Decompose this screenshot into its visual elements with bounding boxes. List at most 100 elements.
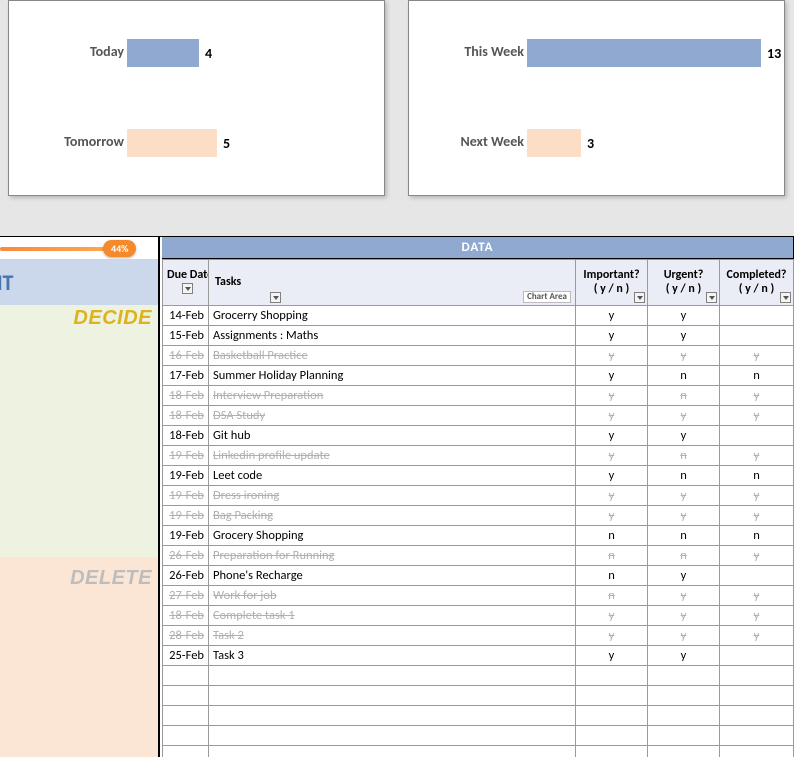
table-row[interactable]: 28-FebTask 2yyy xyxy=(163,626,794,646)
cell-completed[interactable] xyxy=(720,426,794,446)
cell-task[interactable]: Assignments : Maths xyxy=(209,326,576,346)
cell-completed[interactable]: n xyxy=(720,366,794,386)
cell-empty[interactable] xyxy=(163,666,209,686)
cell-completed[interactable]: n xyxy=(720,526,794,546)
cell-due-date[interactable]: 19-Feb xyxy=(163,446,209,466)
cell-task[interactable]: Complete task 1 xyxy=(209,606,576,626)
cell-empty[interactable] xyxy=(648,666,720,686)
cell-completed[interactable]: y xyxy=(720,486,794,506)
cell-empty[interactable] xyxy=(576,726,648,746)
cell-empty[interactable] xyxy=(163,706,209,726)
cell-urgent[interactable]: n xyxy=(648,546,720,566)
cell-due-date[interactable]: 26-Feb xyxy=(163,546,209,566)
cell-urgent[interactable]: n xyxy=(648,526,720,546)
cell-due-date[interactable]: 15-Feb xyxy=(163,326,209,346)
cell-task[interactable]: Preparation for Running xyxy=(209,546,576,566)
cell-task[interactable]: DSA Study xyxy=(209,406,576,426)
table-row[interactable]: 16-FebBasketball Practiceyyy xyxy=(163,346,794,366)
cell-urgent[interactable]: y xyxy=(648,586,720,606)
cell-important[interactable]: n xyxy=(576,566,648,586)
cell-important[interactable]: y xyxy=(576,346,648,366)
cell-important[interactable]: y xyxy=(576,366,648,386)
cell-urgent[interactable]: y xyxy=(648,486,720,506)
cell-due-date[interactable]: 16-Feb xyxy=(163,346,209,366)
cell-urgent[interactable]: n xyxy=(648,386,720,406)
table-row[interactable]: 25-FebTask 3yy xyxy=(163,646,794,666)
cell-empty[interactable] xyxy=(720,746,794,757)
table-row[interactable]: 27-FebWork for jobnyy xyxy=(163,586,794,606)
filter-icon[interactable] xyxy=(706,292,717,303)
cell-important[interactable]: y xyxy=(576,646,648,666)
cell-urgent[interactable]: y xyxy=(648,646,720,666)
cell-important[interactable]: n xyxy=(576,586,648,606)
cell-task[interactable]: Grocerry Shopping xyxy=(209,306,576,326)
table-row[interactable]: 19-FebLeet codeynn xyxy=(163,466,794,486)
cell-due-date[interactable]: 19-Feb xyxy=(163,506,209,526)
cell-urgent[interactable]: n xyxy=(648,446,720,466)
cell-urgent[interactable]: y xyxy=(648,606,720,626)
cell-task[interactable]: Grocery Shopping xyxy=(209,526,576,546)
cell-task[interactable]: Linkedin profile update xyxy=(209,446,576,466)
table-row[interactable]: 18-FebGit hubyy xyxy=(163,426,794,446)
cell-urgent[interactable]: y xyxy=(648,626,720,646)
table-row[interactable]: 19-FebDress ironingyyy xyxy=(163,486,794,506)
table-row[interactable]: 18-FebDSA Studyyyy xyxy=(163,406,794,426)
cell-urgent[interactable]: y xyxy=(648,506,720,526)
cell-important[interactable]: n xyxy=(576,546,648,566)
cell-completed[interactable]: y xyxy=(720,606,794,626)
cell-important[interactable]: y xyxy=(576,326,648,346)
cell-empty[interactable] xyxy=(209,746,576,757)
cell-completed[interactable]: y xyxy=(720,406,794,426)
cell-empty[interactable] xyxy=(648,706,720,726)
cell-empty[interactable] xyxy=(576,686,648,706)
cell-empty[interactable] xyxy=(648,686,720,706)
cell-urgent[interactable]: y xyxy=(648,406,720,426)
table-row[interactable]: 15-FebAssignments : Mathsyy xyxy=(163,326,794,346)
cell-urgent[interactable]: y xyxy=(648,306,720,326)
cell-completed[interactable]: y xyxy=(720,386,794,406)
table-row[interactable]: 19-FebLinkedin profile updateyny xyxy=(163,446,794,466)
cell-task[interactable]: Task 2 xyxy=(209,626,576,646)
col-header-urgent[interactable]: Urgent? ( y / n ) xyxy=(648,260,720,306)
cell-completed[interactable] xyxy=(720,306,794,326)
cell-completed[interactable]: n xyxy=(720,466,794,486)
cell-due-date[interactable]: 18-Feb xyxy=(163,406,209,426)
cell-important[interactable]: y xyxy=(576,466,648,486)
cell-task[interactable]: Bag Packing xyxy=(209,506,576,526)
cell-due-date[interactable]: 28-Feb xyxy=(163,626,209,646)
cell-important[interactable]: y xyxy=(576,446,648,466)
cell-completed[interactable] xyxy=(720,566,794,586)
cell-completed[interactable]: y xyxy=(720,446,794,466)
cell-empty[interactable] xyxy=(720,666,794,686)
table-row[interactable]: 19-FebGrocery Shoppingnnn xyxy=(163,526,794,546)
cell-empty[interactable] xyxy=(576,666,648,686)
cell-urgent[interactable]: n xyxy=(648,466,720,486)
cell-empty[interactable] xyxy=(720,706,794,726)
cell-completed[interactable] xyxy=(720,326,794,346)
table-row[interactable] xyxy=(163,706,794,726)
cell-empty[interactable] xyxy=(163,686,209,706)
cell-empty[interactable] xyxy=(209,726,576,746)
cell-due-date[interactable]: 26-Feb xyxy=(163,566,209,586)
cell-important[interactable]: y xyxy=(576,606,648,626)
col-header-important[interactable]: Important? ( y / n ) xyxy=(576,260,648,306)
cell-due-date[interactable]: 27-Feb xyxy=(163,586,209,606)
table-row[interactable]: 26-FebPreparation for Runningnny xyxy=(163,546,794,566)
cell-task[interactable]: Phone's Recharge xyxy=(209,566,576,586)
cell-empty[interactable] xyxy=(163,726,209,746)
table-row[interactable] xyxy=(163,726,794,746)
cell-due-date[interactable]: 19-Feb xyxy=(163,486,209,506)
cell-task[interactable]: Dress ironing xyxy=(209,486,576,506)
cell-important[interactable]: y xyxy=(576,426,648,446)
cell-due-date[interactable]: 19-Feb xyxy=(163,526,209,546)
cell-completed[interactable]: y xyxy=(720,586,794,606)
cell-empty[interactable] xyxy=(720,686,794,706)
cell-task[interactable]: Interview Preparation xyxy=(209,386,576,406)
table-row[interactable]: 26-FebPhone's Rechargeny xyxy=(163,566,794,586)
col-header-due[interactable]: Due Date xyxy=(163,260,209,306)
task-table[interactable]: Due Date Tasks Chart Area Important? ( y… xyxy=(162,259,794,757)
cell-empty[interactable] xyxy=(576,706,648,726)
table-row[interactable]: 18-FebComplete task 1yyy xyxy=(163,606,794,626)
table-row[interactable] xyxy=(163,666,794,686)
filter-icon[interactable] xyxy=(182,283,193,294)
